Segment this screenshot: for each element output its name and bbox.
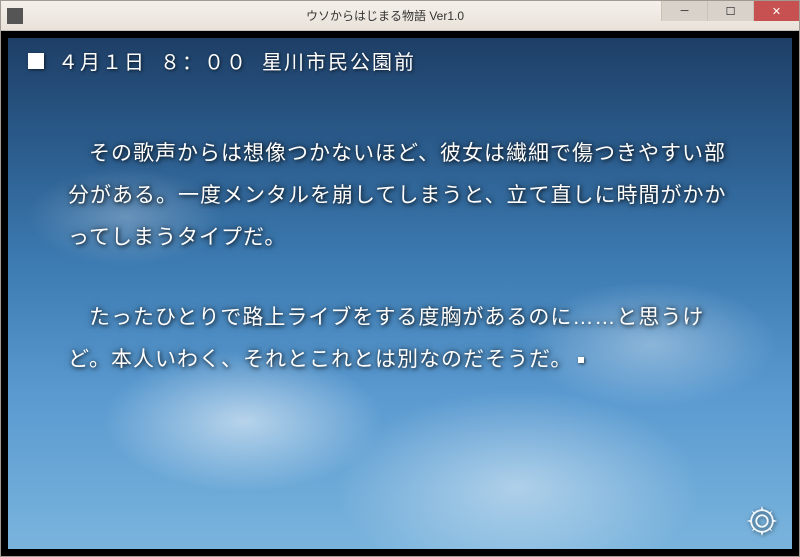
window-frame: ウソからはじまる物語 Ver1.0 ─ ☐ ✕ ４月１日 ８：００ 星川市民公園…	[0, 0, 800, 557]
maximize-button[interactable]: ☐	[707, 1, 753, 21]
narrative-text[interactable]: その歌声からは想像つかないほど、彼女は繊細で傷つきやすい部分がある。一度メンタル…	[68, 133, 742, 419]
status-marker-icon	[28, 53, 44, 69]
titlebar[interactable]: ウソからはじまる物語 Ver1.0 ─ ☐ ✕	[1, 1, 799, 31]
close-button[interactable]: ✕	[753, 1, 799, 21]
minimize-button[interactable]: ─	[661, 1, 707, 21]
window-controls: ─ ☐ ✕	[661, 1, 799, 21]
narrative-paragraph-1: その歌声からは想像つかないほど、彼女は繊細で傷つきやすい部分がある。一度メンタル…	[68, 133, 742, 259]
narrative-paragraph-2-text: たったひとりで路上ライブをする度胸があるのに……と思うけど。本人いわく、それとこ…	[68, 306, 704, 371]
text-cursor-icon	[578, 357, 584, 363]
status-date: ４月１日	[58, 46, 146, 75]
narrative-paragraph-2: たったひとりで路上ライブをする度胸があるのに……と思うけど。本人いわく、それとこ…	[68, 297, 742, 381]
settings-button[interactable]	[744, 503, 780, 539]
gear-icon	[744, 503, 780, 539]
game-viewport[interactable]: ４月１日 ８：００ 星川市民公園前 その歌声からは想像つかないほど、彼女は繊細で…	[8, 38, 792, 549]
status-location: 星川市民公園前	[262, 46, 416, 75]
status-bar: ４月１日 ８：００ 星川市民公園前	[28, 46, 416, 75]
client-area: ４月１日 ８：００ 星川市民公園前 その歌声からは想像つかないほど、彼女は繊細で…	[1, 31, 799, 556]
status-time: ８：００	[160, 46, 248, 75]
